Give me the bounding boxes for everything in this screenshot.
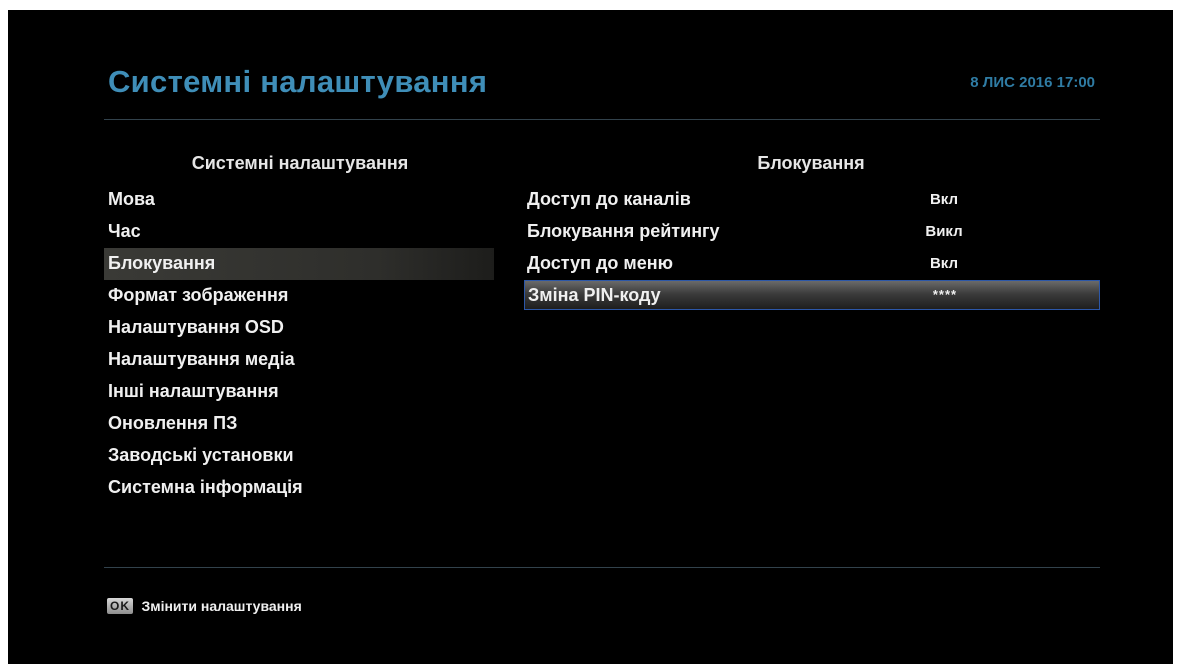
setting-value: Викл bbox=[925, 223, 963, 240]
menu-item-lock[interactable]: Блокування bbox=[104, 248, 494, 280]
footer-hint: OK Змінити налаштування bbox=[107, 597, 302, 615]
settings-menu: Мова Час Блокування Формат зображення На… bbox=[104, 184, 494, 504]
pin-value: **** bbox=[932, 287, 958, 302]
menu-item-software-update[interactable]: Оновлення ПЗ bbox=[104, 408, 494, 440]
setting-row-menu-access[interactable]: Доступ до меню Вкл bbox=[524, 248, 1100, 280]
menu-item-osd-settings[interactable]: Налаштування OSD bbox=[104, 312, 494, 344]
date-time: 8 ЛИС 2016 17:00 bbox=[970, 74, 1095, 91]
setting-row-change-pin[interactable]: Зміна PIN-коду **** bbox=[524, 280, 1100, 310]
right-panel-heading: Блокування bbox=[757, 153, 865, 173]
setting-label: Блокування рейтингу bbox=[527, 221, 720, 241]
footer-hint-label: Змінити налаштування bbox=[141, 597, 302, 614]
menu-item-factory-reset[interactable]: Заводські установки bbox=[104, 440, 494, 472]
ok-key-icon: OK bbox=[107, 597, 133, 614]
menu-item-other-settings[interactable]: Інші налаштування bbox=[104, 376, 494, 408]
setting-row-channel-access[interactable]: Доступ до каналів Вкл bbox=[524, 184, 1100, 216]
footer-divider bbox=[104, 567, 1100, 568]
menu-item-time[interactable]: Час bbox=[104, 216, 494, 248]
lock-settings-list: Доступ до каналів Вкл Блокування рейтинг… bbox=[524, 184, 1100, 310]
menu-item-media-settings[interactable]: Налаштування медіа bbox=[104, 344, 494, 376]
menu-item-system-info[interactable]: Системна інформація bbox=[104, 472, 494, 504]
menu-item-picture-format[interactable]: Формат зображення bbox=[104, 280, 494, 312]
setting-row-rating-lock[interactable]: Блокування рейтингу Викл bbox=[524, 216, 1100, 248]
header-divider bbox=[104, 119, 1100, 120]
setting-value: Вкл bbox=[929, 191, 959, 208]
left-panel-heading: Системні налаштування bbox=[191, 153, 409, 173]
setting-label: Доступ до каналів bbox=[527, 189, 691, 209]
menu-item-language[interactable]: Мова bbox=[104, 184, 494, 216]
setting-value: Вкл bbox=[929, 255, 959, 272]
page-title: Системні налаштування bbox=[108, 64, 488, 99]
setting-label: Доступ до меню bbox=[527, 253, 673, 273]
settings-screen: Системні налаштування 8 ЛИС 2016 17:00 С… bbox=[8, 10, 1173, 664]
setting-label: Зміна PIN-коду bbox=[528, 285, 661, 305]
